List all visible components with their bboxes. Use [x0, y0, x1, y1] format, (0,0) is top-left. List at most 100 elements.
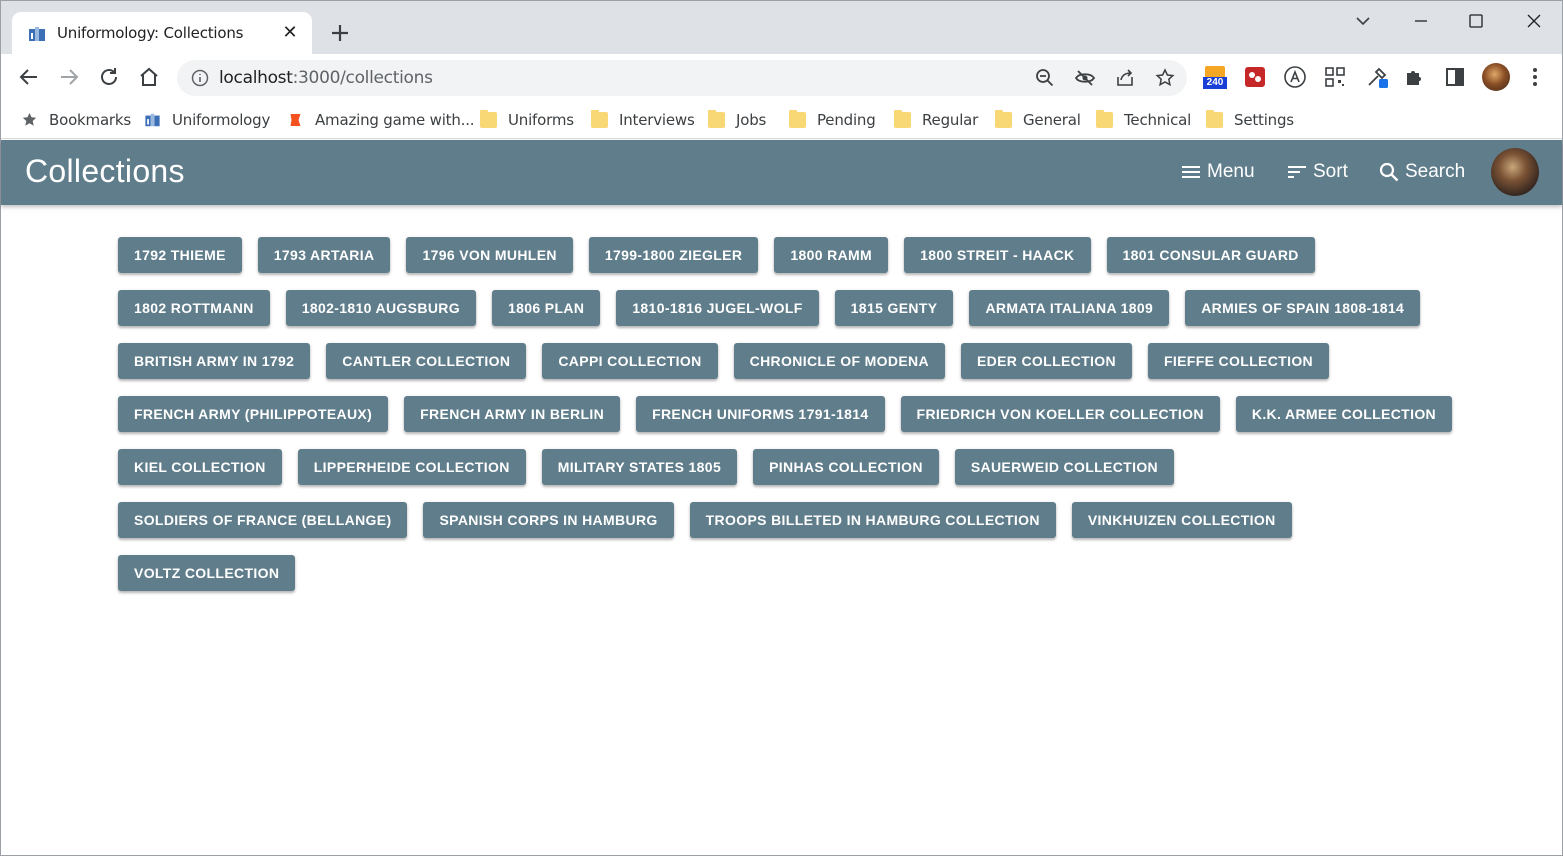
collection-chip[interactable]: SAUERWEID COLLECTION [954, 449, 1175, 485]
collection-chip[interactable]: 1800 RAMM [774, 237, 889, 273]
bookmark-label: Uniformology [172, 111, 271, 129]
collection-chip[interactable]: 1806 PLAN [491, 290, 601, 326]
collection-chip[interactable]: TROOPS BILLETED IN HAMBURG COLLECTION [689, 502, 1056, 538]
collection-chip[interactable]: 1800 STREIT - HAACK [904, 237, 1091, 273]
collection-chip[interactable]: CAPPI COLLECTION [542, 343, 718, 379]
zoom-out-icon[interactable] [1035, 68, 1055, 88]
bookmarks-bar: Bookmarks Uniformology Amazing game with… [1, 101, 1562, 139]
collection-chip[interactable]: SPANISH CORPS IN HAMBURG [423, 502, 674, 538]
collection-chip[interactable]: BRITISH ARMY IN 1792 [118, 343, 311, 379]
address-bar[interactable]: localhost:3000/collections [177, 60, 1187, 96]
sort-icon [1288, 166, 1306, 178]
collection-chip[interactable]: ARMATA ITALIANA 1809 [969, 290, 1170, 326]
tracking-blocked-eye-icon[interactable] [1075, 68, 1095, 88]
close-window-icon[interactable] [1522, 9, 1546, 33]
collection-chip[interactable]: FRENCH ARMY (PHILIPPOTEAUX) [118, 396, 389, 432]
user-avatar[interactable] [1491, 148, 1539, 196]
collection-chip[interactable]: ARMIES OF SPAIN 1808-1814 [1185, 290, 1421, 326]
extensions-puzzle-icon[interactable] [1403, 65, 1427, 89]
bookmark-folder-general[interactable]: General [995, 109, 1081, 131]
collection-chip[interactable]: SOLDIERS OF FRANCE (BELLANGE) [118, 502, 408, 538]
bookmark-folder-jobs[interactable]: Jobs [708, 109, 766, 131]
app-header: Collections Menu Sort Search [1, 140, 1562, 205]
sort-label: Sort [1313, 161, 1348, 182]
tab-title: Uniformology: Collections [57, 24, 244, 42]
more-menu-icon[interactable] [1523, 65, 1547, 89]
collection-chip[interactable]: VINKHUIZEN COLLECTION [1071, 502, 1292, 538]
bookmark-folder-interviews[interactable]: Interviews [591, 109, 695, 131]
site-info-icon[interactable] [191, 69, 209, 87]
bookmark-amazing-game[interactable]: Amazing game with... [287, 109, 475, 131]
search-button[interactable]: Search [1379, 160, 1465, 184]
collection-chip[interactable]: EDER COLLECTION [960, 343, 1132, 379]
search-icon [1379, 162, 1399, 182]
collection-chip[interactable]: FIEFFE COLLECTION [1147, 343, 1330, 379]
collections-list: 1792 THIEME 1793 ARTARIA 1796 VON MUHLEN 17… [118, 237, 1458, 591]
collection-chip[interactable]: 1799-1800 ZIEGLER [588, 237, 759, 273]
bookmark-folder-pending[interactable]: Pending [789, 109, 876, 131]
extension-rss-icon[interactable]: 240 [1203, 65, 1227, 89]
collection-chip[interactable]: FRIEDRICH VON KOELLER COLLECTION [900, 396, 1220, 432]
bookmark-label: Settings [1234, 111, 1294, 129]
extension-a-icon[interactable] [1283, 65, 1307, 89]
collection-chip[interactable]: K.K. ARMEE COLLECTION [1235, 396, 1453, 432]
collection-chip[interactable]: FRENCH ARMY IN BERLIN [404, 396, 621, 432]
home-icon[interactable] [137, 65, 161, 89]
bookmark-uniformology[interactable]: Uniformology [144, 109, 270, 131]
search-label: Search [1405, 161, 1466, 182]
minimize-icon[interactable] [1409, 9, 1433, 33]
uniformology-favicon-icon [145, 113, 160, 127]
url-path: :3000/collections [292, 68, 433, 88]
bookmark-label: Regular [922, 111, 979, 129]
tab-close-icon[interactable]: ✕ [280, 22, 300, 42]
menu-button[interactable]: Menu [1181, 160, 1255, 184]
hamburger-menu-icon [1182, 166, 1200, 178]
sort-button[interactable]: Sort [1287, 160, 1348, 184]
collection-chip[interactable]: 1792 THIEME [118, 237, 242, 273]
collection-chip[interactable]: VOLTZ COLLECTION [118, 555, 296, 591]
bookmark-label: Interviews [619, 111, 695, 129]
collection-chip[interactable]: LIPPERHEIDE COLLECTION [297, 449, 526, 485]
bookmark-folder-regular[interactable]: Regular [894, 109, 978, 131]
folder-icon [1206, 110, 1223, 128]
bookmark-folder-settings[interactable]: Settings [1206, 109, 1294, 131]
menu-label: Menu [1207, 161, 1255, 182]
bookmark-folder-uniforms[interactable]: Uniforms [480, 109, 574, 131]
share-icon[interactable] [1115, 68, 1135, 88]
forward-arrow-icon[interactable] [57, 65, 81, 89]
bookmark-star-icon[interactable] [1155, 68, 1175, 88]
collection-chip[interactable]: 1810-1816 JUGEL-WOLF [616, 290, 819, 326]
folder-icon [995, 110, 1012, 128]
url-host: localhost [219, 68, 293, 88]
collection-chip[interactable]: 1801 CONSULAR GUARD [1106, 237, 1315, 273]
collection-chip[interactable]: MILITARY STATES 1805 [541, 449, 738, 485]
collection-chip[interactable]: 1802-1810 AUGSBURG [285, 290, 476, 326]
bookmark-bookmarks[interactable]: Bookmarks [21, 109, 131, 131]
bookmark-folder-technical[interactable]: Technical [1096, 109, 1191, 131]
extension-badge: 240 [1206, 77, 1224, 88]
collection-chip[interactable]: 1793 ARTARIA [257, 237, 391, 273]
back-arrow-icon[interactable] [17, 65, 41, 89]
page-title: Collections [25, 153, 185, 189]
collection-chip[interactable]: PINHAS COLLECTION [753, 449, 939, 485]
collection-chip[interactable]: FRENCH UNIFORMS 1791-1814 [636, 396, 885, 432]
active-tab[interactable]: Uniformology: Collections ✕ [12, 12, 312, 54]
game-favicon-icon [290, 114, 301, 126]
url-text[interactable]: localhost:3000/collections [219, 68, 433, 88]
eyedropper-icon[interactable] [1365, 65, 1389, 89]
bookmark-label: Jobs [736, 111, 767, 129]
extension-red-icon[interactable] [1243, 65, 1267, 89]
profile-avatar[interactable] [1482, 63, 1510, 91]
new-tab-icon[interactable] [327, 20, 353, 46]
collection-chip[interactable]: CHRONICLE OF MODENA [733, 343, 945, 379]
collection-chip[interactable]: 1796 VON MUHLEN [406, 237, 573, 273]
reload-icon[interactable] [97, 65, 121, 89]
collection-chip[interactable]: KIEL COLLECTION [118, 449, 282, 485]
qr-code-icon[interactable] [1323, 65, 1347, 89]
side-panel-icon[interactable] [1443, 65, 1467, 89]
maximize-icon[interactable] [1464, 9, 1488, 33]
collection-chip[interactable]: 1802 ROTTMANN [118, 290, 270, 326]
collection-chip[interactable]: CANTLER COLLECTION [326, 343, 527, 379]
tab-search-chevron-icon[interactable] [1351, 9, 1375, 33]
collection-chip[interactable]: 1815 GENTY [834, 290, 954, 326]
